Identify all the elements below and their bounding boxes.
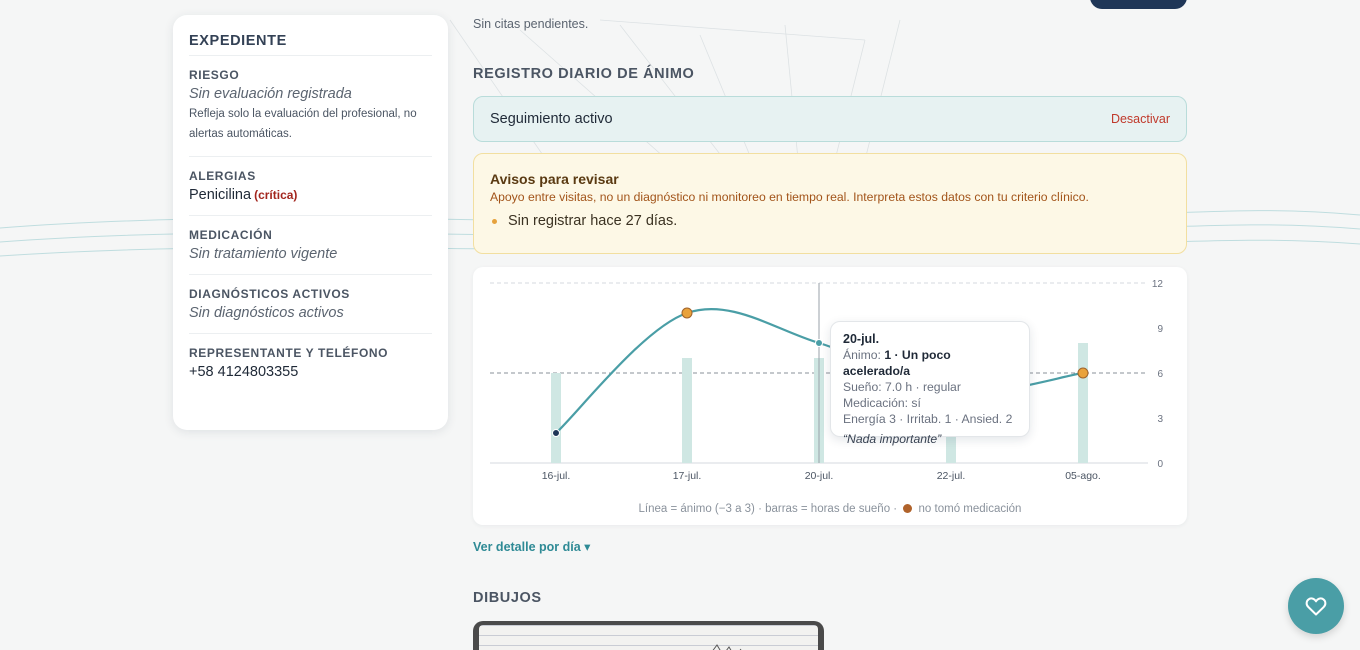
- mood-chart-card: 0 3 6 9 12 16-jul. 17-jul. 20-jul. 22-jul. 05-ago…: [473, 267, 1187, 525]
- x-tick-label: 17-jul.: [673, 470, 702, 482]
- tooltip-quote: “Nada importante”: [843, 432, 942, 446]
- allergy-name: Penicilina: [189, 187, 252, 203]
- alert-item: Sin registrar hace 27 días.: [490, 213, 1170, 229]
- medication-section: MEDICACIÓN Sin tratamiento vigente: [189, 216, 432, 275]
- tooltip-mood: Ánimo: 1 · Un poco acelerado/a: [843, 347, 1017, 379]
- medication-value: Sin tratamiento vigente: [189, 246, 338, 262]
- record-card: EXPEDIENTE RIESGO Sin evaluación registr…: [173, 15, 448, 430]
- y-tick-label: 3: [1157, 414, 1163, 425]
- x-tick-label: 20-jul.: [805, 470, 834, 482]
- y-tick-label: 0: [1157, 459, 1163, 470]
- mood-point: [552, 429, 560, 437]
- heart-icon: [1305, 597, 1327, 616]
- risk-label: RIESGO: [189, 68, 240, 82]
- view-daily-detail-link[interactable]: Ver detalle por día ▾: [473, 539, 590, 554]
- tooltip-date: 20-jul.: [843, 332, 880, 346]
- drawings-heading: DIBUJOS: [473, 590, 542, 606]
- sketch-drawing: [712, 644, 742, 650]
- contact-label: REPRESENTANTE Y TELÉFONO: [189, 346, 389, 360]
- x-tick-label: 16-jul.: [542, 470, 571, 482]
- caption-text: Línea = ánimo (−3 a 3) · barras = horas …: [638, 503, 898, 515]
- tooltip-scores: Energía 3 · Irritab. 1 · Ansied. 2: [843, 412, 1013, 426]
- missed-medication-point: [1077, 367, 1089, 379]
- appointments-note: Sin citas pendientes.: [473, 17, 589, 31]
- tooltip-mood-label: Ánimo:: [843, 348, 881, 362]
- top-action-button[interactable]: [1090, 0, 1187, 9]
- heart-fab-button[interactable]: [1288, 578, 1344, 634]
- tooltip-sleep: Sueño: 7.0 h · regular: [843, 380, 961, 394]
- chart-caption: Línea = ánimo (−3 a 3) · barras = horas …: [473, 503, 1187, 515]
- allergies-value-row: Penicilina (crítica): [189, 187, 432, 203]
- alert-bullet-icon: [492, 218, 497, 224]
- y-tick-label: 6: [1157, 369, 1163, 380]
- critical-badge: (crítica): [254, 188, 298, 202]
- alert-title: Avisos para revisar: [490, 171, 619, 187]
- drawing-paper: [479, 625, 818, 650]
- missed-medication-legend-icon: [903, 504, 913, 513]
- allergies-label: ALERGIAS: [189, 169, 256, 183]
- y-tick-label: 9: [1157, 324, 1163, 335]
- allergies-section: ALERGIAS Penicilina (crítica): [189, 157, 432, 216]
- alert-item-text: Sin registrar hace 27 días.: [508, 213, 678, 229]
- alert-box: Avisos para revisar Apoyo entre visitas,…: [473, 153, 1187, 254]
- tracking-bar: Seguimiento activo Desactivar: [473, 96, 1187, 142]
- tooltip-medication: Medicación: sí: [843, 396, 921, 410]
- x-tick-label: 05-ago.: [1065, 470, 1101, 482]
- contact-phone: +58 4124803355: [189, 364, 299, 380]
- diagnoses-value: Sin diagnósticos activos: [189, 305, 344, 321]
- record-title: EXPEDIENTE: [189, 33, 432, 56]
- deactivate-button[interactable]: Desactivar: [1111, 112, 1170, 126]
- contact-section: REPRESENTANTE Y TELÉFONO +58 4124803355: [189, 334, 432, 392]
- x-tick-label: 22-jul.: [937, 470, 966, 482]
- sleep-bar: [682, 358, 692, 463]
- caption-legend-text: no tomó medicación: [918, 503, 1022, 515]
- mood-point: [815, 339, 823, 347]
- sleep-bar: [1078, 343, 1088, 463]
- risk-note: Refleja solo la evaluación del profesion…: [189, 108, 417, 140]
- missed-medication-point: [681, 307, 693, 319]
- y-tick-label: 12: [1152, 279, 1164, 290]
- tracking-status: Seguimiento activo: [490, 111, 613, 127]
- alert-description: Apoyo entre visitas, no un diagnóstico n…: [490, 190, 1089, 204]
- risk-value: Sin evaluación registrada: [189, 86, 352, 102]
- diagnoses-section: DIAGNÓSTICOS ACTIVOS Sin diagnósticos ac…: [189, 275, 432, 334]
- diagnoses-label: DIAGNÓSTICOS ACTIVOS: [189, 287, 350, 301]
- chart-tooltip: 20-jul. Ánimo: 1 · Un poco acelerado/a S…: [830, 321, 1030, 446]
- risk-section: RIESGO Sin evaluación registrada Refleja…: [189, 56, 432, 157]
- mood-heading: REGISTRO DIARIO DE ÁNIMO: [473, 66, 695, 82]
- sleep-bar: [551, 373, 561, 463]
- medication-label: MEDICACIÓN: [189, 228, 273, 242]
- drawing-thumbnail[interactable]: [473, 621, 824, 650]
